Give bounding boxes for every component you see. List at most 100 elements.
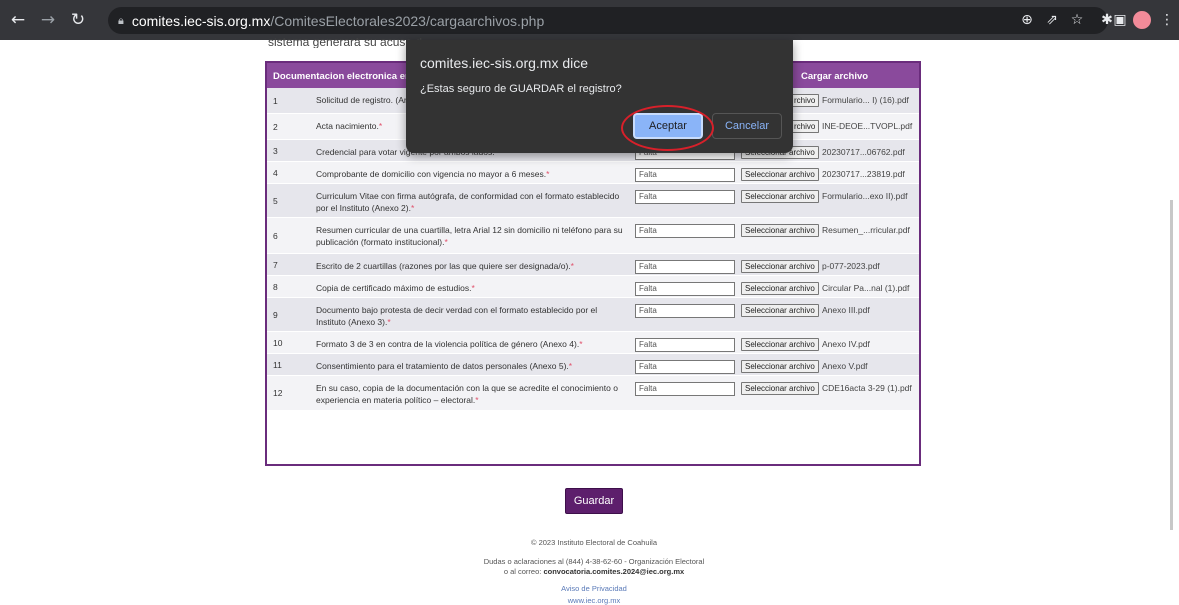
row-number: 2 <box>273 121 278 132</box>
back-icon[interactable]: ← <box>6 8 30 32</box>
file-name: Anexo III.pdf <box>822 305 870 315</box>
row-description-text: Resumen curricular de una cuartilla, let… <box>316 225 623 247</box>
table-row: 12 En su caso, copia de la documentación … <box>267 376 919 411</box>
file-name: p-077-2023.pdf <box>822 261 880 271</box>
row-description-text: Documento bajo protesta de decir verdad … <box>316 305 598 327</box>
required-mark: * <box>378 121 383 131</box>
row-description: En su caso, copia de la documentación co… <box>316 382 624 406</box>
required-mark: * <box>579 339 583 349</box>
row-description-text: Escrito de 2 cuartillas (razones por las… <box>316 261 571 271</box>
row-number: 6 <box>273 230 278 241</box>
save-button[interactable]: Guardar <box>565 488 623 514</box>
status-field: Falta <box>635 304 735 318</box>
url-host: comites.iec-sis.org.mx <box>131 12 271 29</box>
row-description-text: Solicitud de registro. (An <box>316 95 409 105</box>
required-mark: * <box>410 203 415 213</box>
select-file-button[interactable]: Seleccionar archivo <box>741 190 819 203</box>
forward-icon[interactable]: → <box>36 8 60 32</box>
table-row: 8 Copia de certificado máximo de estudios… <box>267 276 919 298</box>
status-field: Falta <box>635 338 735 352</box>
file-name: 20230717...06762.pdf <box>822 147 905 157</box>
row-number: 3 <box>273 145 278 156</box>
reload-icon[interactable]: ↻ <box>66 8 90 32</box>
select-file-button[interactable]: Seleccionar archivo <box>741 224 819 237</box>
select-file-button[interactable]: rchivo <box>791 94 820 107</box>
highlight-circle <box>621 105 714 151</box>
row-number: 5 <box>273 195 278 206</box>
table-row: 4 Comprobante de domicilio con vigencia n… <box>267 162 919 184</box>
file-name: Formulario... I) (16).pdf <box>822 95 909 105</box>
profile-avatar[interactable] <box>1133 11 1151 29</box>
status-field: Falta <box>635 282 735 296</box>
select-file-button[interactable]: rchivo <box>791 120 820 133</box>
row-description: Comprobante de domicilio con vigencia no… <box>316 168 624 180</box>
file-name: INE-DEOE...TVOPL.pdf <box>822 121 913 131</box>
row-number: 12 <box>273 388 283 398</box>
select-file-button[interactable]: Seleccionar archivo <box>741 282 819 295</box>
select-file-button[interactable]: Seleccionar archivo <box>741 382 819 395</box>
status-field: Falta <box>635 382 735 396</box>
zoom-icon[interactable]: ⊕ <box>1016 8 1038 32</box>
scrollbar[interactable] <box>1170 200 1173 530</box>
status-field: Falta <box>635 168 735 182</box>
row-description-text: Curriculum Vitae con firma autógrafa, de… <box>316 191 620 213</box>
star-icon[interactable]: ☆ <box>1066 8 1088 32</box>
file-name: CDE16acta 3-29 (1).pdf <box>822 383 912 393</box>
row-description: Copia de certificado máximo de estudios.… <box>316 282 624 294</box>
row-description: Consentimiento para el tratamiento de da… <box>316 360 624 372</box>
table-row: 5 Curriculum Vitae con firma autógrafa, d… <box>267 184 919 218</box>
footer-copyright: © 2023 Instituto Electoral de Coahuila <box>530 538 658 547</box>
table-row: 6 Resumen curricular de una cuartilla, le… <box>267 218 919 254</box>
confirm-dialog: comites.iec-sis.org.mx dice ¿Estas segur… <box>406 40 793 153</box>
footer-contact: Dudas o aclaraciones al (844) 4-38-62-60… <box>483 557 705 566</box>
status-field: Falta <box>635 360 735 374</box>
row-description-text: Consentimiento para el tratamiento de da… <box>316 361 569 371</box>
row-description-text: Formato 3 de 3 en contra de la violencia… <box>316 339 580 349</box>
footer-email[interactable]: convocatoria.comites.2024@iec.org.mx <box>543 567 684 576</box>
file-name: Formulario...exo II).pdf <box>822 191 908 201</box>
browser-toolbar: ← → ↻ 🔒︎ comites.iec-sis.org.mx/ComitesE… <box>0 0 1179 40</box>
table-row: 7 Escrito de 2 cuartillas (razones por la… <box>267 254 919 276</box>
required-mark: * <box>387 317 391 327</box>
lock-icon[interactable]: 🔒︎ <box>118 14 124 28</box>
table-row: 10 Formato 3 de 3 en contra de la violenc… <box>267 332 919 354</box>
select-file-button[interactable]: Seleccionar archivo <box>741 304 819 317</box>
footer-email-line: o al correo: convocatoria.comites.2024@i… <box>400 567 788 576</box>
required-mark: * <box>475 395 479 405</box>
row-number: 11 <box>273 359 282 370</box>
row-description: Curriculum Vitae con firma autógrafa, de… <box>316 190 624 214</box>
select-file-button[interactable]: Seleccionar archivo <box>741 260 819 273</box>
row-number: 10 <box>273 337 283 348</box>
select-file-button[interactable]: Seleccionar archivo <box>741 338 819 351</box>
status-field: Falta <box>635 190 735 204</box>
sidepanel-icon[interactable]: ▣ <box>1109 8 1131 32</box>
row-number: 7 <box>273 259 278 270</box>
privacy-link[interactable]: Aviso de Privacidad <box>561 584 627 593</box>
header-upload: Cargar archivo <box>801 71 869 82</box>
address-bar[interactable]: 🔒︎ comites.iec-sis.org.mx/ComitesElector… <box>108 7 1108 34</box>
row-description-text: Acta nacimiento. <box>316 121 379 131</box>
share-icon[interactable]: ⇗ <box>1041 8 1063 32</box>
file-name: 20230717...23819.pdf <box>822 169 905 179</box>
row-description-text: Copia de certificado máximo de estudios. <box>316 283 472 293</box>
row-number: 4 <box>273 167 278 178</box>
cancel-button[interactable]: Cancelar <box>712 113 782 139</box>
file-name: Resumen_...rricular.pdf <box>822 225 910 235</box>
url-path: /ComitesElectorales2023/cargaarchivos.ph… <box>270 12 545 29</box>
row-number: 1 <box>273 95 278 106</box>
file-name: Anexo IV.pdf <box>822 339 870 349</box>
menu-icon[interactable]: ⋮ <box>1156 8 1178 32</box>
table-row: 9 Documento bajo protesta de decir verdad… <box>267 298 919 332</box>
select-file-button[interactable]: Seleccionar archivo <box>741 168 819 181</box>
file-name: Circular Pa...nal (1).pdf <box>822 283 910 293</box>
footer-email-prefix: o al correo: <box>503 567 542 576</box>
required-mark: * <box>568 361 573 371</box>
row-description-text: En su caso, copia de la documentación co… <box>316 383 618 405</box>
row-description-text: Comprobante de domicilio con vigencia no… <box>316 169 547 179</box>
select-file-button[interactable]: Seleccionar archivo <box>741 360 819 373</box>
status-field: Falta <box>635 224 735 238</box>
row-description: Resumen curricular de una cuartilla, let… <box>316 224 624 248</box>
required-mark: * <box>471 283 475 293</box>
row-description: Escrito de 2 cuartillas (razones por las… <box>316 260 624 272</box>
dialog-message: ¿Estas seguro de GUARDAR el registro? <box>420 83 622 95</box>
